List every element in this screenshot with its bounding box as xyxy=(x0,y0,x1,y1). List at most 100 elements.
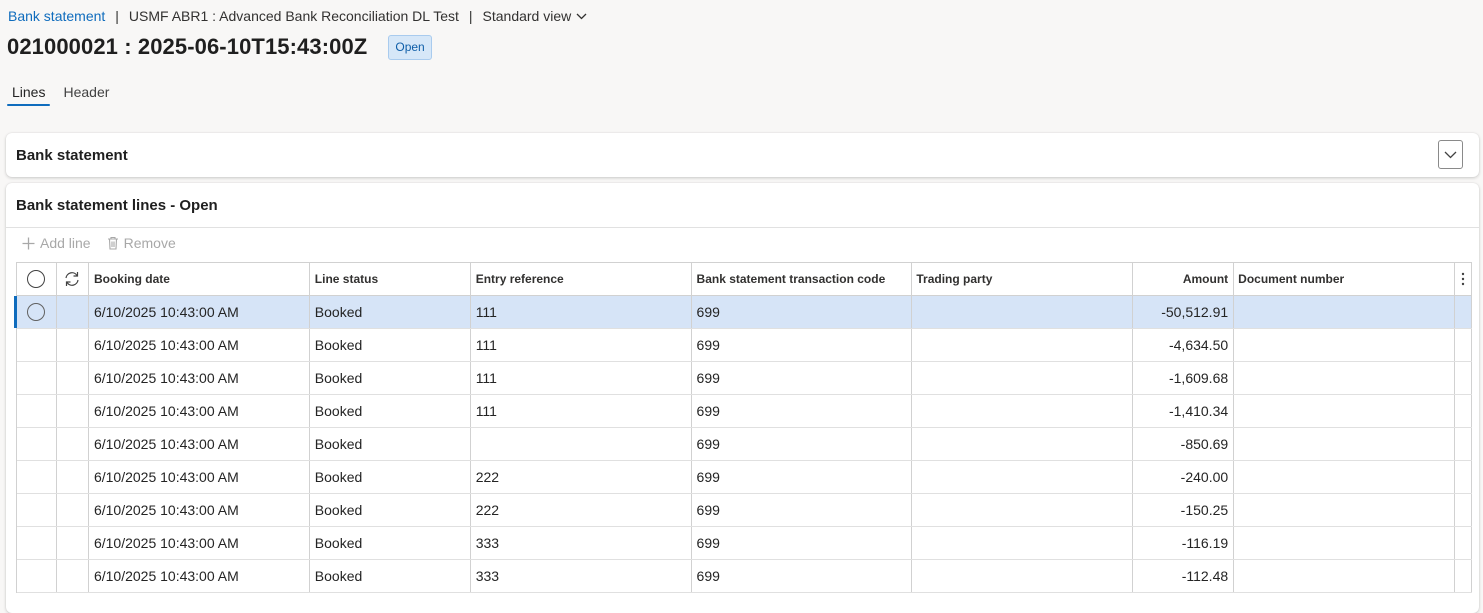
row-select[interactable] xyxy=(17,296,57,328)
amount-cell[interactable]: -240.00 xyxy=(1133,461,1235,493)
booking-date-cell[interactable]: 6/10/2025 10:43:00 AM xyxy=(89,560,310,592)
transaction-code-cell[interactable]: 699 xyxy=(692,362,913,394)
document-number-cell[interactable] xyxy=(1234,329,1455,361)
tab-header[interactable]: Header xyxy=(58,80,114,106)
entry-reference-cell[interactable]: 222 xyxy=(471,494,692,526)
entry-reference-cell[interactable]: 111 xyxy=(471,329,692,361)
transaction-code-cell[interactable]: 699 xyxy=(692,296,913,328)
row-select[interactable] xyxy=(17,461,57,493)
table-row[interactable]: 6/10/2025 10:43:00 AM Booked 111 699 -4,… xyxy=(17,329,1472,362)
entry-reference-cell[interactable]: 333 xyxy=(471,560,692,592)
entry-reference-cell[interactable]: 111 xyxy=(471,395,692,427)
column-header-trading-party[interactable]: Trading party xyxy=(912,263,1134,295)
table-row[interactable]: 6/10/2025 10:43:00 AM Booked 333 699 -11… xyxy=(17,560,1472,593)
column-header-transaction-code[interactable]: Bank statement transaction code xyxy=(692,263,913,295)
document-number-cell[interactable] xyxy=(1234,560,1455,592)
trading-party-cell[interactable] xyxy=(912,494,1134,526)
line-status-cell[interactable]: Booked xyxy=(310,560,471,592)
booking-date-cell[interactable]: 6/10/2025 10:43:00 AM xyxy=(89,428,310,460)
entry-reference-cell[interactable]: 222 xyxy=(471,461,692,493)
column-options-button[interactable] xyxy=(1455,263,1472,295)
transaction-code-cell[interactable]: 699 xyxy=(692,395,913,427)
select-all-column[interactable] xyxy=(17,263,57,295)
trading-party-cell[interactable] xyxy=(912,362,1134,394)
booking-date-cell[interactable]: 6/10/2025 10:43:00 AM xyxy=(89,461,310,493)
column-header-line-status[interactable]: Line status xyxy=(310,263,471,295)
amount-cell[interactable]: -112.48 xyxy=(1133,560,1235,592)
select-all-radio[interactable] xyxy=(27,270,46,288)
amount-cell[interactable]: -850.69 xyxy=(1133,428,1235,460)
line-status-cell[interactable]: Booked xyxy=(310,428,471,460)
transaction-code-cell[interactable]: 699 xyxy=(692,461,913,493)
amount-cell[interactable]: -50,512.91 xyxy=(1133,296,1235,328)
add-line-button[interactable]: Add line xyxy=(22,235,91,251)
row-select[interactable] xyxy=(17,428,57,460)
entry-reference-cell[interactable]: 333 xyxy=(471,527,692,559)
row-select[interactable] xyxy=(17,395,57,427)
expand-section-button[interactable] xyxy=(1438,140,1463,169)
column-header-entry-reference[interactable]: Entry reference xyxy=(471,263,692,295)
entry-reference-cell[interactable]: 111 xyxy=(471,296,692,328)
row-select-radio[interactable] xyxy=(27,303,46,321)
breadcrumb-link-bank-statement[interactable]: Bank statement xyxy=(8,8,105,24)
table-row[interactable]: 6/10/2025 10:43:00 AM Booked 222 699 -15… xyxy=(17,494,1472,527)
amount-cell[interactable]: -150.25 xyxy=(1133,494,1235,526)
table-row[interactable]: 6/10/2025 10:43:00 AM Booked 111 699 -1,… xyxy=(17,362,1472,395)
column-header-amount[interactable]: Amount xyxy=(1133,263,1235,295)
document-number-cell[interactable] xyxy=(1234,362,1455,394)
document-number-cell[interactable] xyxy=(1234,527,1455,559)
amount-cell[interactable]: -1,410.34 xyxy=(1133,395,1235,427)
table-row[interactable]: 6/10/2025 10:43:00 AM Booked 699 -850.69 xyxy=(17,428,1472,461)
column-header-document-number[interactable]: Document number xyxy=(1234,263,1455,295)
trading-party-cell[interactable] xyxy=(912,428,1134,460)
line-status-cell[interactable]: Booked xyxy=(310,395,471,427)
document-number-cell[interactable] xyxy=(1234,395,1455,427)
trading-party-cell[interactable] xyxy=(912,329,1134,361)
line-status-cell[interactable]: Booked xyxy=(310,527,471,559)
line-status-cell[interactable]: Booked xyxy=(310,494,471,526)
booking-date-cell[interactable]: 6/10/2025 10:43:00 AM xyxy=(89,527,310,559)
view-selector[interactable]: Standard view xyxy=(483,8,588,24)
trading-party-cell[interactable] xyxy=(912,560,1134,592)
column-header-booking-date[interactable]: Booking date xyxy=(89,263,310,295)
table-row[interactable]: 6/10/2025 10:43:00 AM Booked 111 699 -1,… xyxy=(17,395,1472,428)
booking-date-cell[interactable]: 6/10/2025 10:43:00 AM xyxy=(89,329,310,361)
line-status-cell[interactable]: Booked xyxy=(310,362,471,394)
table-row[interactable]: 6/10/2025 10:43:00 AM Booked 333 699 -11… xyxy=(17,527,1472,560)
entry-reference-cell[interactable]: 111 xyxy=(471,362,692,394)
booking-date-cell[interactable]: 6/10/2025 10:43:00 AM xyxy=(89,494,310,526)
document-number-cell[interactable] xyxy=(1234,296,1455,328)
trading-party-cell[interactable] xyxy=(912,395,1134,427)
line-status-cell[interactable]: Booked xyxy=(310,296,471,328)
row-select[interactable] xyxy=(17,560,57,592)
document-number-cell[interactable] xyxy=(1234,494,1455,526)
row-select[interactable] xyxy=(17,527,57,559)
transaction-code-cell[interactable]: 699 xyxy=(692,494,913,526)
remove-button[interactable]: Remove xyxy=(107,235,176,251)
table-row[interactable]: 6/10/2025 10:43:00 AM Booked 222 699 -24… xyxy=(17,461,1472,494)
row-select[interactable] xyxy=(17,494,57,526)
amount-cell[interactable]: -4,634.50 xyxy=(1133,329,1235,361)
row-select[interactable] xyxy=(17,329,57,361)
entry-reference-cell[interactable] xyxy=(471,428,692,460)
row-select[interactable] xyxy=(17,362,57,394)
transaction-code-cell[interactable]: 699 xyxy=(692,329,913,361)
trading-party-cell[interactable] xyxy=(912,461,1134,493)
booking-date-cell[interactable]: 6/10/2025 10:43:00 AM xyxy=(89,296,310,328)
line-status-cell[interactable]: Booked xyxy=(310,461,471,493)
document-number-cell[interactable] xyxy=(1234,428,1455,460)
transaction-code-cell[interactable]: 699 xyxy=(692,560,913,592)
document-number-cell[interactable] xyxy=(1234,461,1455,493)
amount-cell[interactable]: -1,609.68 xyxy=(1133,362,1235,394)
amount-cell[interactable]: -116.19 xyxy=(1133,527,1235,559)
transaction-code-cell[interactable]: 699 xyxy=(692,527,913,559)
trading-party-cell[interactable] xyxy=(912,527,1134,559)
refresh-column[interactable] xyxy=(57,263,89,295)
transaction-code-cell[interactable]: 699 xyxy=(692,428,913,460)
table-row[interactable]: 6/10/2025 10:43:00 AM Booked 111 699 -50… xyxy=(14,296,1472,329)
booking-date-cell[interactable]: 6/10/2025 10:43:00 AM xyxy=(89,395,310,427)
line-status-cell[interactable]: Booked xyxy=(310,329,471,361)
tab-lines[interactable]: Lines xyxy=(7,80,51,106)
booking-date-cell[interactable]: 6/10/2025 10:43:00 AM xyxy=(89,362,310,394)
trading-party-cell[interactable] xyxy=(912,296,1134,328)
